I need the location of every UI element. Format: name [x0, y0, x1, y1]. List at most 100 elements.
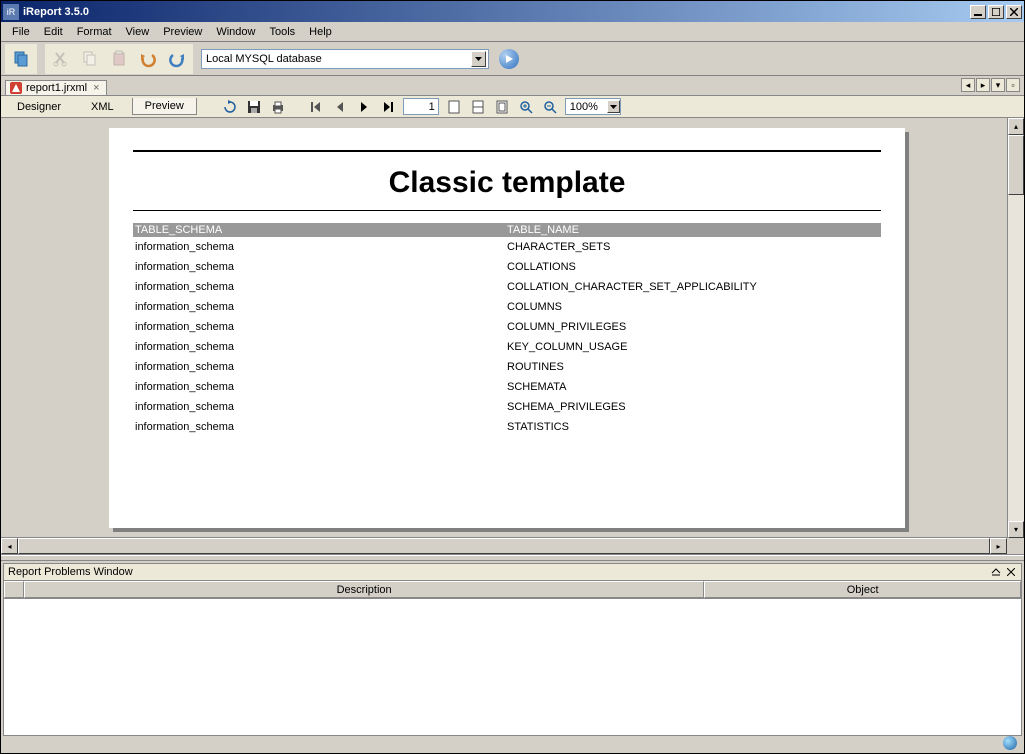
tab-designer[interactable]: Designer	[5, 99, 73, 115]
menu-preview[interactable]: Preview	[156, 24, 209, 40]
header-description[interactable]: Description	[24, 581, 704, 598]
last-page-icon[interactable]	[379, 98, 397, 116]
canvas: Classic template TABLE_SCHEMA TABLE_NAME…	[1, 118, 1007, 538]
cell-schema: information_schema	[135, 241, 507, 253]
workspace: Classic template TABLE_SCHEMA TABLE_NAME…	[1, 118, 1024, 538]
main-toolbar: Local MYSQL database	[1, 42, 1024, 76]
horizontal-scrollbar[interactable]: ◂ ▸	[1, 538, 1024, 555]
tab-xml[interactable]: XML	[79, 99, 126, 115]
cell-schema: information_schema	[135, 401, 507, 413]
title-bar: iR iReport 3.5.0	[1, 1, 1024, 22]
menu-window[interactable]: Window	[209, 24, 262, 40]
first-page-icon[interactable]	[307, 98, 325, 116]
hscroll-thumb[interactable]	[18, 538, 990, 554]
actual-size-icon[interactable]	[493, 98, 511, 116]
fit-page-icon[interactable]	[445, 98, 463, 116]
page-number-input[interactable]	[403, 98, 439, 115]
tab-filename: report1.jrxml	[26, 82, 87, 94]
refresh-icon[interactable]	[221, 98, 239, 116]
column-headers: TABLE_SCHEMA TABLE_NAME	[133, 223, 881, 237]
cell-schema: information_schema	[135, 361, 507, 373]
document-tabstrip: report1.jrxml × ◂ ▸ ▾ ▫	[1, 76, 1024, 96]
cell-name: SCHEMA_PRIVILEGES	[507, 401, 879, 413]
cell-name: COLUMNS	[507, 301, 879, 313]
save-icon[interactable]	[245, 98, 263, 116]
menu-file[interactable]: File	[5, 24, 37, 40]
scroll-track[interactable]	[1008, 135, 1024, 521]
tab-dropdown-icon[interactable]: ▾	[991, 78, 1005, 92]
scroll-left-icon[interactable]: ◂	[1, 538, 18, 554]
cell-schema: information_schema	[135, 261, 507, 273]
cell-name: STATISTICS	[507, 421, 879, 433]
table-row: information_schemaSTATISTICS	[133, 417, 881, 437]
scroll-down-icon[interactable]: ▾	[1008, 521, 1024, 538]
menu-edit[interactable]: Edit	[37, 24, 70, 40]
copy-icon[interactable]	[7, 46, 35, 72]
table-row: information_schemaCOLUMN_PRIVILEGES	[133, 317, 881, 337]
splitter[interactable]	[1, 555, 1024, 561]
close-button[interactable]	[1006, 5, 1022, 19]
report-title: Classic template	[133, 166, 881, 200]
table-row: information_schemaROUTINES	[133, 357, 881, 377]
scroll-left-icon[interactable]: ◂	[961, 78, 975, 92]
table-row: information_schemaCHARACTER_SETS	[133, 237, 881, 257]
run-query-icon[interactable]	[499, 49, 519, 69]
cell-schema: information_schema	[135, 421, 507, 433]
menu-view[interactable]: View	[119, 24, 157, 40]
status-globe-icon[interactable]	[1003, 736, 1019, 752]
tab-preview[interactable]: Preview	[132, 98, 197, 115]
prev-page-icon[interactable]	[331, 98, 349, 116]
cell-name: COLUMN_PRIVILEGES	[507, 321, 879, 333]
maximize-editor-icon[interactable]: ▫	[1006, 78, 1020, 92]
window-title: iReport 3.5.0	[23, 6, 970, 18]
cell-name: CHARACTER_SETS	[507, 241, 879, 253]
minimize-button[interactable]	[970, 5, 986, 19]
redo-icon[interactable]	[163, 46, 191, 72]
document-tab[interactable]: report1.jrxml ×	[5, 80, 107, 95]
scroll-thumb[interactable]	[1008, 135, 1024, 195]
panel-title: Report Problems Window	[8, 566, 990, 578]
close-panel-icon[interactable]	[1005, 566, 1017, 578]
cell-schema: information_schema	[135, 341, 507, 353]
table-row: information_schemaSCHEMATA	[133, 377, 881, 397]
vertical-scrollbar[interactable]: ▴ ▾	[1007, 118, 1024, 538]
zoom-value: 100%	[570, 101, 598, 113]
datasource-dropdown[interactable]: Local MYSQL database	[201, 49, 489, 69]
zoom-dropdown[interactable]: 100%	[565, 98, 621, 115]
tab-close-icon[interactable]: ×	[91, 82, 101, 94]
rule-under-title	[133, 210, 881, 211]
header-icon-col[interactable]	[4, 581, 24, 598]
menu-bar: File Edit Format View Preview Window Too…	[1, 22, 1024, 42]
minimize-panel-icon[interactable]	[990, 566, 1002, 578]
cell-name: KEY_COLUMN_USAGE	[507, 341, 879, 353]
fit-width-icon[interactable]	[469, 98, 487, 116]
view-toolbar: Designer XML Preview 100%	[1, 96, 1024, 118]
panel-header: Report Problems Window	[4, 564, 1021, 581]
chevron-down-icon[interactable]	[471, 51, 486, 67]
report-page: Classic template TABLE_SCHEMA TABLE_NAME…	[109, 128, 905, 528]
scrollbar-corner	[1007, 538, 1024, 554]
hscroll-track[interactable]	[18, 538, 990, 554]
scroll-right-icon[interactable]: ▸	[990, 538, 1007, 554]
menu-help[interactable]: Help	[302, 24, 339, 40]
menu-tools[interactable]: Tools	[262, 24, 302, 40]
menu-format[interactable]: Format	[70, 24, 119, 40]
print-icon[interactable]	[269, 98, 287, 116]
scroll-right-icon[interactable]: ▸	[976, 78, 990, 92]
col-header-name: TABLE_NAME	[507, 224, 879, 236]
rule-top	[133, 150, 881, 152]
cell-name: ROUTINES	[507, 361, 879, 373]
scroll-up-icon[interactable]: ▴	[1008, 118, 1024, 135]
copy2-icon[interactable]	[76, 46, 104, 72]
header-object[interactable]: Object	[704, 581, 1021, 598]
zoom-out-icon[interactable]	[541, 98, 559, 116]
paste-icon[interactable]	[105, 46, 133, 72]
chevron-down-icon[interactable]	[607, 100, 620, 113]
maximize-button[interactable]	[988, 5, 1004, 19]
undo-icon[interactable]	[134, 46, 162, 72]
table-row: information_schemaCOLLATIONS	[133, 257, 881, 277]
cell-name: COLLATIONS	[507, 261, 879, 273]
cut-icon[interactable]	[47, 46, 75, 72]
next-page-icon[interactable]	[355, 98, 373, 116]
zoom-in-icon[interactable]	[517, 98, 535, 116]
